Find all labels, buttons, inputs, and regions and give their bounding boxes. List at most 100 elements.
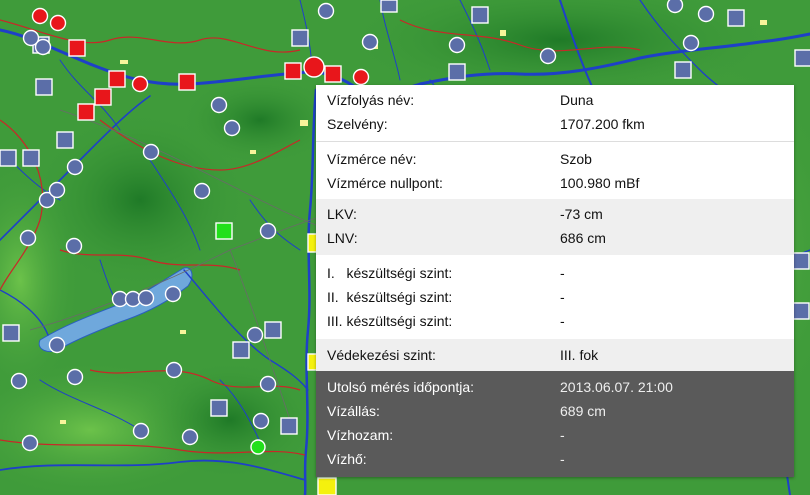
station-marker-alert[interactable] xyxy=(178,73,196,91)
level3-value: - xyxy=(560,313,565,329)
station-marker[interactable] xyxy=(10,372,28,390)
section-limits: LKV: -73 cm LNV: 686 cm xyxy=(316,199,794,255)
section-label: Szelvény: xyxy=(327,116,388,132)
station-info-popup: Vízfolyás név: Duna Szelvény: 1707.200 f… xyxy=(316,85,794,477)
station-marker[interactable] xyxy=(210,399,228,417)
station-marker[interactable] xyxy=(210,96,228,114)
row-water-temp: Vízhő: - xyxy=(316,448,794,470)
station-marker-warning[interactable] xyxy=(317,477,337,495)
station-marker[interactable] xyxy=(697,5,715,23)
station-marker[interactable] xyxy=(674,61,692,79)
station-marker[interactable] xyxy=(317,2,335,20)
station-marker[interactable] xyxy=(361,33,379,51)
row-lnv: LNV: 686 cm xyxy=(316,227,794,249)
station-marker[interactable] xyxy=(165,361,183,379)
water-level-value: 689 cm xyxy=(560,403,606,419)
station-marker[interactable] xyxy=(132,422,150,440)
watercourse-value: Duna xyxy=(560,92,594,108)
station-marker[interactable] xyxy=(66,158,84,176)
station-marker[interactable] xyxy=(223,119,241,137)
station-marker[interactable] xyxy=(35,78,53,96)
section-defense: Védekezési szint: III. fok xyxy=(316,339,794,371)
station-marker[interactable] xyxy=(280,417,298,435)
station-marker[interactable] xyxy=(448,36,466,54)
station-marker[interactable] xyxy=(34,38,52,56)
gauge-name-value: Szob xyxy=(560,151,592,167)
station-marker[interactable] xyxy=(727,9,745,27)
station-marker[interactable] xyxy=(792,252,810,270)
station-marker[interactable] xyxy=(794,49,810,67)
station-marker[interactable] xyxy=(142,143,160,161)
station-marker[interactable] xyxy=(380,0,398,13)
lnv-value: 686 cm xyxy=(560,230,606,246)
station-marker[interactable] xyxy=(264,321,282,339)
station-marker[interactable] xyxy=(539,47,557,65)
station-marker[interactable] xyxy=(193,182,211,200)
station-marker-alert-selected[interactable] xyxy=(303,56,325,78)
last-measure-label: Utolsó mérés időpontja: xyxy=(327,379,475,395)
row-last-measure: Utolsó mérés időpontja: 2013.06.07. 21:0… xyxy=(316,376,794,398)
section-measurement: Utolsó mérés időpontja: 2013.06.07. 21:0… xyxy=(316,371,794,477)
station-marker[interactable] xyxy=(21,434,39,452)
gauge-name-label: Vízmérce név: xyxy=(327,151,417,167)
gauge-zero-value: 100.980 mBf xyxy=(560,175,640,191)
station-marker-alert[interactable] xyxy=(31,7,49,25)
section-gauge: Vízmérce név: Szob Vízmérce nullpont: 10… xyxy=(316,141,794,199)
row-lkv: LKV: -73 cm xyxy=(316,203,794,225)
section-value: 1707.200 fkm xyxy=(560,116,645,132)
station-marker-alert[interactable] xyxy=(352,68,370,86)
station-marker[interactable] xyxy=(48,336,66,354)
station-marker[interactable] xyxy=(48,181,66,199)
lkv-value: -73 cm xyxy=(560,206,603,222)
discharge-label: Vízhozam: xyxy=(327,427,394,443)
station-marker[interactable] xyxy=(232,341,250,359)
gauge-zero-label: Vízmérce nullpont: xyxy=(327,175,443,191)
water-level-label: Vízállás: xyxy=(327,403,380,419)
row-level2: II. készültségi szint: - xyxy=(316,286,794,308)
station-marker[interactable] xyxy=(164,285,182,303)
station-marker-alert[interactable] xyxy=(77,103,95,121)
station-marker[interactable] xyxy=(666,0,684,14)
station-marker[interactable] xyxy=(291,29,309,47)
station-marker[interactable] xyxy=(259,222,277,240)
station-marker-alert[interactable] xyxy=(284,62,302,80)
station-marker[interactable] xyxy=(56,131,74,149)
town-2 xyxy=(500,30,506,36)
station-marker-alert[interactable] xyxy=(131,75,149,93)
station-marker[interactable] xyxy=(0,149,17,167)
lnv-label: LNV: xyxy=(327,230,358,246)
town-3 xyxy=(760,20,767,25)
station-marker-alert[interactable] xyxy=(49,14,67,32)
row-level3: III. készültségi szint: - xyxy=(316,310,794,332)
station-marker[interactable] xyxy=(448,63,466,81)
level3-label: III. készültségi szint: xyxy=(327,313,453,329)
station-marker[interactable] xyxy=(682,34,700,52)
section-watercourse: Vízfolyás név: Duna Szelvény: 1707.200 f… xyxy=(316,85,794,141)
station-marker[interactable] xyxy=(19,229,37,247)
station-marker-alert[interactable] xyxy=(94,88,112,106)
station-marker[interactable] xyxy=(2,324,20,342)
row-discharge: Vízhozam: - xyxy=(316,424,794,446)
last-measure-value: 2013.06.07. 21:00 xyxy=(560,379,673,395)
town-6 xyxy=(250,150,256,154)
station-marker[interactable] xyxy=(471,6,489,24)
station-marker[interactable] xyxy=(66,368,84,386)
lkv-label: LKV: xyxy=(327,206,357,222)
station-marker-normal[interactable] xyxy=(250,439,266,455)
section-alert-levels: I. készültségi szint: - II. készültségi … xyxy=(316,255,794,339)
station-marker-normal[interactable] xyxy=(215,222,233,240)
level2-value: - xyxy=(560,289,565,305)
station-marker-alert[interactable] xyxy=(324,65,342,83)
station-marker[interactable] xyxy=(792,302,810,320)
station-marker-alert[interactable] xyxy=(108,70,126,88)
station-marker-alert[interactable] xyxy=(68,39,86,57)
station-marker[interactable] xyxy=(22,149,40,167)
station-marker[interactable] xyxy=(246,326,264,344)
station-marker[interactable] xyxy=(252,412,270,430)
station-marker[interactable] xyxy=(65,237,83,255)
row-section: Szelvény: 1707.200 fkm xyxy=(316,113,794,135)
station-marker[interactable] xyxy=(137,289,155,307)
station-marker[interactable] xyxy=(181,428,199,446)
station-marker[interactable] xyxy=(259,375,277,393)
water-temp-label: Vízhő: xyxy=(327,451,367,467)
